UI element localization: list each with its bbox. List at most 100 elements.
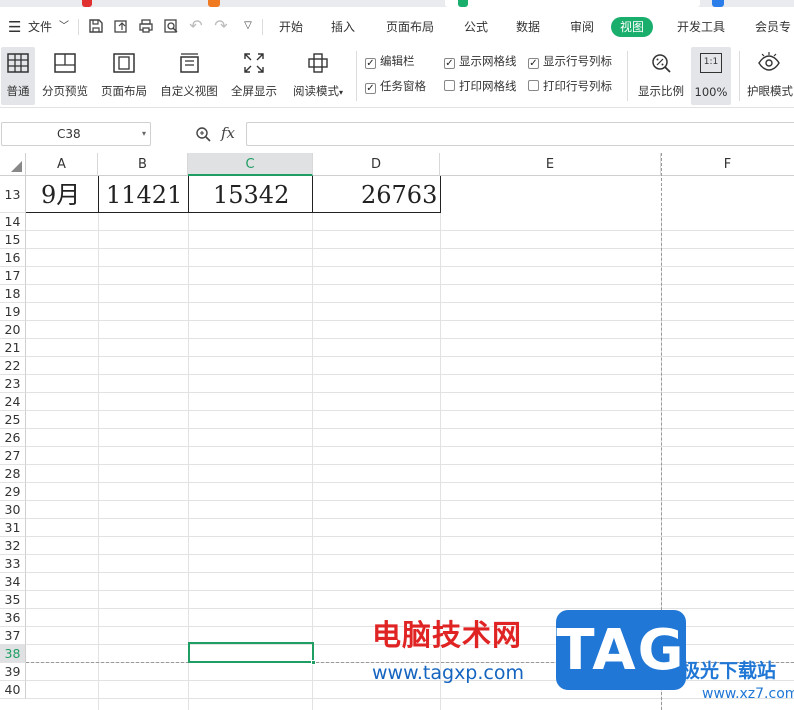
row-header-25[interactable]: 25 — [0, 411, 26, 429]
checkbox-formula-bar[interactable]: ✓ 编辑栏 — [365, 53, 415, 69]
cell-d13[interactable]: 26763 — [361, 177, 437, 213]
tab-fragment-blue[interactable] — [712, 0, 724, 7]
divider — [739, 51, 740, 101]
row-header-39[interactable]: 39 — [0, 663, 26, 681]
redo-icon[interactable]: ↷ — [213, 18, 229, 34]
checkbox-checked-icon: ✓ — [365, 83, 376, 94]
column-header-e[interactable]: E — [440, 153, 661, 176]
select-all-corner[interactable] — [0, 153, 26, 176]
custom-view-button[interactable]: 自定义视图 — [156, 47, 222, 105]
row-header-29[interactable]: 29 — [0, 483, 26, 501]
formula-bar: C38 ▾ fx — [0, 118, 794, 150]
row-header-28[interactable]: 28 — [0, 465, 26, 483]
page-layout-view-button[interactable]: 页面布局 — [97, 47, 151, 105]
row-header-37[interactable]: 37 — [0, 627, 26, 645]
fx-icon[interactable]: fx — [221, 124, 235, 142]
row-header-24[interactable]: 24 — [0, 393, 26, 411]
watermark-site2-url: www.xz7.com — [702, 686, 794, 702]
row-header-33[interactable]: 33 — [0, 555, 26, 573]
row-header-40[interactable]: 40 — [0, 681, 26, 699]
tab-review[interactable]: 审阅 — [570, 17, 594, 37]
checkbox-label: 打印网格线 — [459, 79, 517, 93]
active-cell-c38[interactable] — [188, 642, 316, 665]
customize-quick-access-icon[interactable]: ▽ — [240, 18, 256, 34]
gridline-row — [26, 482, 794, 483]
checkbox-show-gridlines[interactable]: ✓ 显示网格线 — [444, 53, 517, 69]
tab-developer[interactable]: 开发工具 — [677, 17, 725, 37]
row-header-22[interactable]: 22 — [0, 357, 26, 375]
export-icon[interactable] — [113, 18, 129, 34]
checkbox-print-gridlines[interactable]: 打印网格线 — [444, 78, 517, 94]
undo-icon[interactable]: ↶ — [188, 18, 204, 34]
cell-c13[interactable]: 15342 — [213, 177, 289, 213]
row-header-35[interactable]: 35 — [0, 591, 26, 609]
row-header-13[interactable]: 13 — [0, 176, 26, 213]
zoom-100-button[interactable]: 1:1 100% — [691, 47, 731, 105]
checkbox-show-headings[interactable]: ✓ 显示行号列标 — [528, 53, 612, 69]
row-header-14[interactable]: 14 — [0, 213, 26, 231]
column-header-c[interactable]: C — [188, 153, 313, 176]
row-header-20[interactable]: 20 — [0, 321, 26, 339]
column-header-a[interactable]: A — [26, 153, 98, 176]
tab-member[interactable]: 会员专 — [755, 17, 791, 37]
row-header-17[interactable]: 17 — [0, 267, 26, 285]
gridline-row — [26, 536, 794, 537]
tab-fragment-red[interactable] — [82, 0, 92, 7]
checkbox-label: 编辑栏 — [380, 54, 415, 68]
zoom-icon[interactable] — [195, 126, 211, 142]
chevron-down-icon[interactable]: ﹀ — [59, 17, 69, 37]
page-break-preview-label: 分页预览 — [42, 84, 88, 98]
gridline-row — [26, 302, 794, 303]
one-to-one-icon: 1:1 — [700, 53, 722, 73]
name-box[interactable]: C38 ▾ — [1, 122, 151, 146]
reading-mode-button[interactable]: 阅读模式▾ — [287, 47, 349, 105]
row-header-31[interactable]: 31 — [0, 519, 26, 537]
fullscreen-button[interactable]: 全屏显示 — [228, 47, 280, 105]
tab-data[interactable]: 数据 — [516, 17, 540, 37]
tab-formulas[interactable]: 公式 — [464, 17, 488, 37]
tab-fragment-orange[interactable] — [208, 0, 220, 7]
row-header-36[interactable]: 36 — [0, 609, 26, 627]
divider — [627, 51, 628, 101]
tab-page-layout[interactable]: 页面布局 — [386, 17, 434, 37]
gridline-row — [26, 446, 794, 447]
checkbox-task-pane[interactable]: ✓ 任务窗格 — [365, 78, 426, 94]
row-header-32[interactable]: 32 — [0, 537, 26, 555]
print-preview-icon[interactable] — [163, 18, 179, 34]
row-header-26[interactable]: 26 — [0, 429, 26, 447]
row-header-27[interactable]: 27 — [0, 447, 26, 465]
fill-handle[interactable] — [311, 660, 316, 665]
row-header-30[interactable]: 30 — [0, 501, 26, 519]
row-header-18[interactable]: 18 — [0, 285, 26, 303]
hamburger-icon[interactable]: ☰ — [8, 17, 21, 37]
cell-b13[interactable]: 11421 — [106, 177, 182, 213]
row-header-15[interactable]: 15 — [0, 231, 26, 249]
row-header-38[interactable]: 38 — [0, 645, 26, 663]
tab-view[interactable]: 视图 — [611, 17, 654, 37]
print-icon[interactable] — [138, 18, 154, 34]
normal-view-button[interactable]: 普通 — [1, 47, 35, 105]
tab-home[interactable]: 开始 — [279, 17, 303, 37]
chevron-down-icon[interactable]: ▾ — [142, 123, 146, 145]
row-header-19[interactable]: 19 — [0, 303, 26, 321]
row-header-23[interactable]: 23 — [0, 375, 26, 393]
column-header-b[interactable]: B — [98, 153, 188, 176]
row-header-16[interactable]: 16 — [0, 249, 26, 267]
gridline-row — [26, 320, 794, 321]
eye-protection-button[interactable]: 护眼模式 — [744, 47, 794, 105]
tab-insert[interactable]: 插入 — [331, 17, 355, 37]
page-break-preview-button[interactable]: 分页预览 — [39, 47, 91, 105]
column-header-d[interactable]: D — [313, 153, 440, 176]
tab-fragment-active[interactable] — [445, 0, 700, 7]
save-icon[interactable] — [88, 18, 104, 34]
cell-a13[interactable]: 9月 — [41, 177, 80, 213]
row-header-34[interactable]: 34 — [0, 573, 26, 591]
zoom-ratio-button[interactable]: 显示比例 — [634, 47, 688, 105]
row-header-21[interactable]: 21 — [0, 339, 26, 357]
formula-input[interactable] — [246, 122, 794, 146]
checkbox-label: 显示行号列标 — [543, 54, 612, 68]
page-layout-icon — [113, 53, 135, 73]
checkbox-print-headings[interactable]: 打印行号列标 — [528, 78, 612, 94]
file-menu[interactable]: 文件 — [28, 17, 52, 37]
column-header-f[interactable]: F — [661, 153, 794, 176]
